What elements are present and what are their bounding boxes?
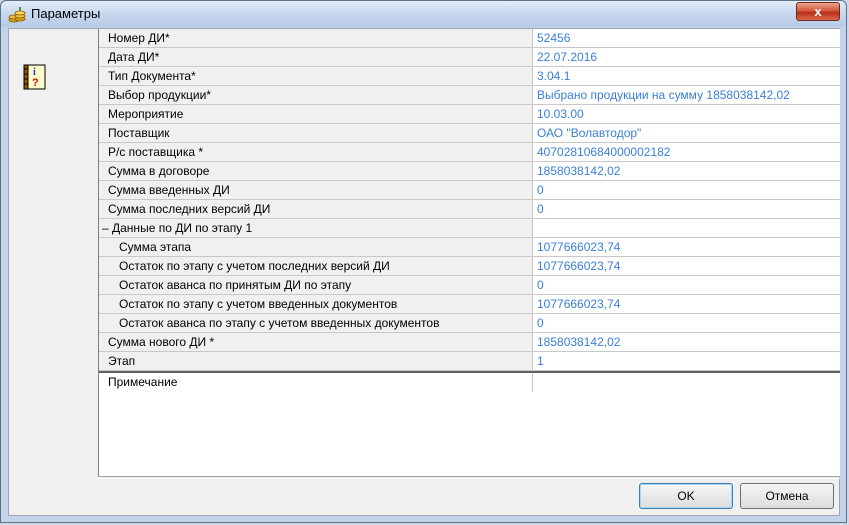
property-value[interactable]: Выбрано продукции на сумму 1858038142,02 (533, 86, 840, 104)
grid-row[interactable]: Выбор продукции* Выбрано продукции на сум… (99, 86, 840, 105)
property-value[interactable]: ОАО "Волавтодор" (533, 124, 840, 142)
property-name: Сумма в договоре (99, 162, 533, 180)
grid-separator (98, 478, 840, 479)
property-name: Поставщик (99, 124, 533, 142)
property-name: Этап (99, 352, 533, 370)
property-value[interactable]: 0 (533, 200, 840, 218)
title-bar[interactable]: Параметры x (1, 1, 846, 27)
property-name: Р/с поставщика * (99, 143, 533, 161)
window-title: Параметры (31, 6, 101, 21)
property-name: Сумма введенных ДИ (99, 181, 533, 199)
property-name: Дата ДИ* (99, 48, 533, 66)
property-value[interactable] (533, 219, 840, 237)
grid-row[interactable]: Сумма последних версий ДИ 0 (99, 200, 840, 219)
grid-row[interactable]: Поставщик ОАО "Волавтодор" (99, 124, 840, 143)
property-value[interactable]: 1858038142,02 (533, 162, 840, 180)
property-value[interactable]: 3.04.1 (533, 67, 840, 85)
grid-row[interactable]: Сумма нового ДИ * 1858038142,02 (99, 333, 840, 352)
property-value[interactable]: 52456 (533, 29, 840, 47)
coins-icon (8, 7, 26, 23)
grid-row[interactable]: Остаток по этапу с учетом введенных доку… (99, 295, 840, 314)
grid-row[interactable]: Сумма введенных ДИ 0 (99, 181, 840, 200)
property-name: Примечание (99, 373, 533, 392)
property-name: Сумма последних версий ДИ (99, 200, 533, 218)
svg-text:?: ? (32, 77, 39, 89)
grid-row[interactable]: Примечание (99, 371, 840, 392)
property-name: Мероприятие (99, 105, 533, 123)
property-value[interactable]: 22.07.2016 (533, 48, 840, 66)
grid-row[interactable]: Тип Документа* 3.04.1 (99, 67, 840, 86)
grid-row[interactable]: Дата ДИ* 22.07.2016 (99, 48, 840, 67)
property-value[interactable]: 1077666023,74 (533, 238, 840, 256)
grid-group-row[interactable]: – Данные по ДИ по этапу 1 (99, 219, 840, 238)
property-name: Выбор продукции* (99, 86, 533, 104)
grid-row[interactable]: Остаток по этапу с учетом последних верс… (99, 257, 840, 276)
dialog-client-area: i ? Номер ДИ* 52456 Дата ДИ* 22.07.2016 Тип … (8, 28, 840, 516)
grid-row[interactable]: Сумма этапа 1077666023,74 (99, 238, 840, 257)
ok-button[interactable]: OK (639, 483, 733, 509)
grid-row[interactable]: Сумма в договоре 1858038142,02 (99, 162, 840, 181)
property-name: Остаток аванса по этапу с учетом введенн… (99, 314, 533, 332)
property-name: Остаток по этапу с учетом введенных доку… (99, 295, 533, 313)
property-value[interactable]: 10.03.00 (533, 105, 840, 123)
property-value[interactable]: 0 (533, 181, 840, 199)
property-value[interactable]: 1077666023,74 (533, 295, 840, 313)
grid-row[interactable]: Этап 1 (99, 352, 840, 371)
grid-row[interactable]: Мероприятие 10.03.00 (99, 105, 840, 124)
property-name: Остаток по этапу с учетом последних верс… (99, 257, 533, 275)
property-name: Остаток аванса по принятым ДИ по этапу (99, 276, 533, 294)
cancel-button[interactable]: Отмена (740, 483, 834, 509)
property-value[interactable] (533, 373, 840, 392)
info-book-icon: i ? (23, 64, 47, 90)
parameters-dialog: Параметры x i ? Номер ДИ* 52456 Дата ДИ* 22… (0, 0, 847, 523)
grid-row[interactable]: Р/с поставщика * 40702810684000002182 (99, 143, 840, 162)
property-name: Тип Документа* (99, 67, 533, 85)
property-value[interactable]: 40702810684000002182 (533, 143, 840, 161)
property-value[interactable]: 0 (533, 276, 840, 294)
property-value[interactable]: 1 (533, 352, 840, 370)
property-name: Номер ДИ* (99, 29, 533, 47)
grid-row[interactable]: Номер ДИ* 52456 (99, 29, 840, 48)
property-value[interactable]: 0 (533, 314, 840, 332)
group-expander-label[interactable]: – Данные по ДИ по этапу 1 (99, 219, 533, 237)
grid-row[interactable]: Остаток аванса по принятым ДИ по этапу 0 (99, 276, 840, 295)
grid-row[interactable]: Остаток аванса по этапу с учетом введенн… (99, 314, 840, 333)
property-value[interactable]: 1077666023,74 (533, 257, 840, 275)
parameters-grid: Номер ДИ* 52456 Дата ДИ* 22.07.2016 Тип Доку… (98, 29, 840, 477)
property-name: Сумма этапа (99, 238, 533, 256)
property-value[interactable]: 1858038142,02 (533, 333, 840, 351)
close-button[interactable]: x (796, 2, 840, 21)
property-name: Сумма нового ДИ * (99, 333, 533, 351)
